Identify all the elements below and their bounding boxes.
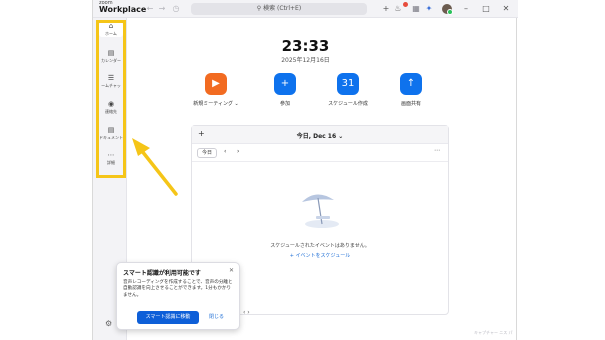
chevron-down-icon[interactable]: ⌄: [235, 101, 239, 107]
beach-umbrella-illustration: [302, 194, 339, 228]
ai-companion-icon[interactable]: ✦: [424, 3, 434, 15]
current-date: 2025年12月16日: [281, 57, 330, 64]
chevron-right-icon[interactable]: ›: [237, 148, 239, 155]
close-icon[interactable]: ✕: [501, 3, 511, 15]
popup-title: スマート認識が利用可能です: [123, 270, 201, 277]
logo-workplace: Workplace: [99, 5, 147, 14]
schedule-button[interactable]: 31 スケジュール作成: [320, 73, 376, 107]
go-to-smart-recognition-button[interactable]: スマート認識に移動: [137, 311, 199, 324]
new-meeting-button[interactable]: ▶ 新規ミーティング ⌄: [188, 73, 244, 107]
close-icon[interactable]: ✕: [229, 267, 234, 274]
chevron-down-icon: ⌄: [338, 133, 344, 140]
whiteboard-icon[interactable]: ▦: [411, 3, 421, 15]
plus-icon: +: [274, 73, 296, 95]
search-placeholder: 検索 (Ctrl+E): [263, 5, 302, 12]
minimize-icon[interactable]: –: [461, 3, 471, 15]
today-button[interactable]: 今日: [197, 148, 218, 158]
history-icon[interactable]: ◷: [171, 4, 181, 14]
notification-bell-icon[interactable]: ♨: [393, 3, 403, 15]
search-icon: ⚲: [256, 5, 262, 12]
share-screen-label: 画面共有: [400, 101, 421, 107]
empty-state-message: スケジュールされたイベントはありません。: [270, 243, 370, 249]
schedule-label: スケジュール作成: [328, 101, 368, 107]
calendar-schedule-icon: 31: [337, 73, 359, 95]
maximize-icon[interactable]: □: [481, 3, 491, 15]
avatar[interactable]: [442, 4, 453, 15]
video-camera-icon: ▶: [205, 73, 227, 95]
add-icon[interactable]: +: [381, 3, 391, 15]
notification-badge: [403, 2, 408, 7]
share-screen-button[interactable]: ↑ 画面共有: [383, 73, 439, 107]
new-meeting-label: 新規ミーティング: [193, 101, 233, 107]
forward-arrow-icon[interactable]: →: [157, 4, 167, 14]
calendar-title-text: 今日, Dec 16: [296, 133, 337, 140]
back-arrow-icon[interactable]: ←: [145, 4, 155, 14]
calendar-toolbar: 今日 ‹ › ⋯: [192, 144, 448, 162]
calendar-header: + 今日, Dec 16 ⌄: [192, 126, 448, 144]
watermark-text: キャプチャー ニス パ: [474, 330, 513, 335]
share-screen-icon: ↑: [400, 73, 422, 95]
close-popup-button[interactable]: 閉じる: [209, 311, 224, 324]
page-arrows[interactable]: ‹ ›: [243, 309, 250, 316]
join-button[interactable]: + 参加: [257, 73, 313, 107]
chevron-left-icon[interactable]: ‹: [224, 148, 226, 155]
title-bar: zoom Workplace ← → ◷ ⚲ 検索 (Ctrl+E) + ♨ ▦…: [93, 0, 518, 18]
app-logo: zoom Workplace: [99, 0, 146, 14]
calendar-title[interactable]: 今日, Dec 16 ⌄: [192, 131, 448, 140]
more-options-icon[interactable]: ⋯: [434, 147, 440, 154]
search-input[interactable]: ⚲ 検索 (Ctrl+E): [191, 3, 367, 15]
popup-body: 音声レコーディングを作成することで、音声の分離と自動認識を向上させることができま…: [123, 280, 233, 298]
gear-icon[interactable]: ⚙: [105, 319, 112, 328]
schedule-event-link[interactable]: + イベントをスケジュール: [192, 252, 448, 259]
join-label: 参加: [279, 101, 290, 107]
smart-recognition-popup: スマート認識が利用可能です ✕ 音声レコーディングを作成することで、音声の分離と…: [116, 262, 240, 330]
current-time: 23:33: [281, 37, 330, 55]
